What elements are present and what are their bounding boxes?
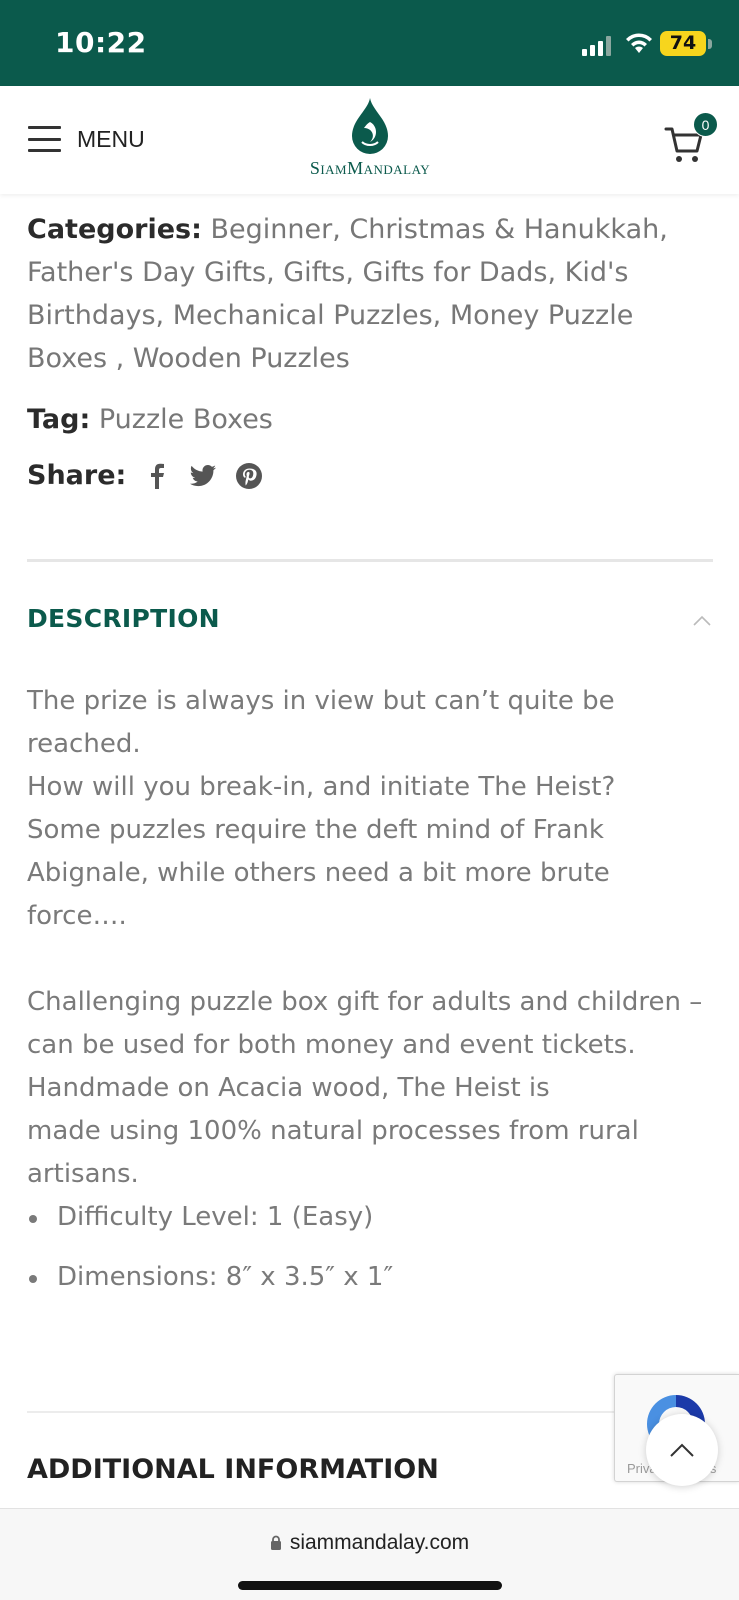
product-meta: Categories: Beginner, Christmas & Hanukk… (27, 208, 717, 380)
list-item: Dimensions: 8″ x 3.5″ x 1″ (27, 1256, 717, 1299)
site-header: MENU SiamMandalay 0 (0, 86, 739, 194)
categories-row: Categories: Beginner, Christmas & Hanukk… (27, 208, 717, 380)
share-label: Share: (27, 460, 127, 491)
description-paragraph: How will you break-in, and initiate The … (27, 772, 616, 802)
tag-label: Tag: (27, 404, 91, 435)
spec-list: Difficulty Level: 1 (Easy) Dimensions: 8… (27, 1196, 717, 1299)
wifi-icon (626, 33, 652, 53)
menu-label: MENU (77, 125, 145, 152)
description-body: The prize is always in view but can’t qu… (27, 680, 717, 1299)
additional-information-tab-title[interactable]: ADDITIONAL INFORMATION (27, 1454, 439, 1485)
section-divider (27, 1411, 713, 1413)
share-row: Share: (27, 460, 282, 491)
site-logo[interactable]: SiamMandalay (290, 96, 450, 188)
description-tab-title[interactable]: DESCRIPTION (27, 604, 220, 633)
battery-indicator: 74 (660, 31, 706, 56)
twitter-icon[interactable] (190, 463, 217, 489)
cart-button[interactable]: 0 (664, 112, 724, 172)
description-paragraph: The prize is always in view but can’t qu… (27, 686, 615, 759)
list-item: Difficulty Level: 1 (Easy) (27, 1196, 717, 1239)
drop-logo-icon (352, 98, 388, 154)
cart-count-badge: 0 (693, 112, 718, 137)
description-paragraph: Some puzzles require the deft mind of Fr… (27, 815, 610, 931)
url-display[interactable]: siammandalay.com (0, 1531, 739, 1555)
logo-text: SiamMandalay (309, 158, 431, 178)
lock-icon (270, 1535, 281, 1550)
chevron-up-icon[interactable] (692, 614, 712, 628)
tag-row: Tag: Puzzle Boxes (27, 398, 273, 441)
section-divider (27, 559, 713, 562)
cellular-signal-icon (582, 36, 611, 56)
status-bar: 10:22 74 (0, 0, 739, 86)
scroll-to-top-button[interactable] (646, 1414, 718, 1486)
description-paragraph: made using 100% natural processes from r… (27, 1116, 639, 1189)
battery-tip (708, 39, 712, 49)
categories-label: Categories: (27, 214, 202, 245)
description-paragraph: Challenging puzzle box gift for adults a… (27, 987, 703, 1060)
status-time: 10:22 (55, 26, 147, 59)
menu-button[interactable]: MENU (28, 122, 145, 156)
hamburger-icon (28, 126, 61, 152)
home-indicator (238, 1581, 502, 1590)
facebook-icon[interactable] (144, 463, 170, 489)
browser-address-bar[interactable]: siammandalay.com (0, 1508, 739, 1600)
pinterest-icon[interactable] (236, 462, 263, 489)
url-text: siammandalay.com (289, 1531, 470, 1554)
description-paragraph: Handmade on Acacia wood, The Heist is (27, 1073, 550, 1103)
tag-link[interactable]: Puzzle Boxes (99, 404, 273, 435)
chevron-up-icon (670, 1443, 694, 1457)
